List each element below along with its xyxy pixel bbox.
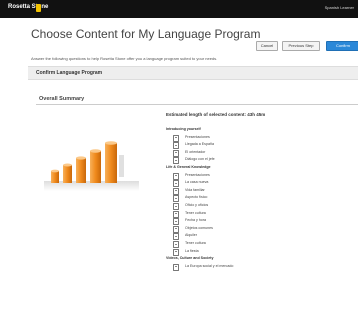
content-list-item[interactable]: Tener cultura bbox=[166, 240, 356, 249]
content-label: El orientador bbox=[185, 149, 206, 154]
content-label: Tener cultura bbox=[185, 210, 206, 215]
section-title: Confirm Language Program bbox=[36, 70, 103, 76]
content-label: Presentaciones bbox=[185, 172, 210, 177]
content-list-item[interactable]: La Europa social y el mercado bbox=[166, 263, 356, 272]
document-icon bbox=[173, 149, 179, 157]
page-title: Choose Content for My Language Program bbox=[31, 27, 261, 41]
content-list-item[interactable]: Llegada a España bbox=[166, 142, 356, 150]
document-icon bbox=[173, 195, 179, 203]
content-label: Diálogo con el jefe bbox=[185, 157, 215, 162]
content-group-header: Life & General Knowledge bbox=[166, 165, 356, 173]
content-list-item[interactable]: Vida familiar bbox=[166, 187, 356, 196]
document-icon bbox=[173, 157, 179, 165]
content-list-item[interactable]: Objetos comunes bbox=[166, 225, 356, 234]
document-icon bbox=[173, 202, 179, 210]
document-icon bbox=[173, 225, 179, 233]
content-list-item[interactable]: Tener cultura bbox=[166, 210, 356, 219]
estimated-length: Estimated length of selected content: 43… bbox=[166, 112, 266, 117]
user-language-label[interactable]: Spanish Learner bbox=[325, 5, 354, 10]
content-list-item[interactable]: Presentaciones bbox=[166, 172, 356, 181]
content-label: Introducing yourself bbox=[166, 127, 201, 131]
content-list-item[interactable]: La casa nueva bbox=[166, 180, 356, 188]
content-list-item[interactable]: La fiesta bbox=[166, 248, 356, 257]
cancel-button[interactable]: Cancel bbox=[256, 41, 278, 51]
content-list-item[interactable]: Diálogo con el jefe bbox=[166, 157, 356, 165]
divider bbox=[36, 104, 358, 105]
content-label: La casa nueva bbox=[185, 180, 209, 185]
content-label: Presentaciones bbox=[185, 134, 210, 139]
content-label: Tener cultura bbox=[185, 240, 206, 245]
document-icon bbox=[173, 187, 179, 195]
content-label: La Europa social y el mercado bbox=[185, 263, 234, 268]
content-list-item[interactable]: Fecha y hora bbox=[166, 218, 356, 226]
previous-step-button[interactable]: Previous Step bbox=[282, 41, 320, 51]
document-icon bbox=[173, 248, 179, 256]
content-list-item[interactable]: Oficio y oficios bbox=[166, 202, 356, 211]
content-label: Fecha y hora bbox=[185, 218, 206, 223]
content-label: Objetos comunes bbox=[185, 225, 213, 230]
confirm-button[interactable]: Confirm bbox=[326, 41, 358, 51]
content-list-item[interactable]: Aspecto físico bbox=[166, 195, 356, 203]
section-header: Confirm Language Program bbox=[28, 66, 358, 80]
content-group-header: Introducing yourself bbox=[166, 127, 356, 135]
content-label: Aspecto físico bbox=[185, 195, 208, 200]
content-list-item[interactable]: Presentaciones bbox=[166, 134, 356, 143]
document-icon bbox=[173, 210, 179, 218]
instructions-text: Answer the following questions to help R… bbox=[31, 56, 218, 61]
content-list-item[interactable]: El orientador bbox=[166, 149, 356, 158]
document-icon bbox=[173, 134, 179, 142]
document-icon bbox=[173, 142, 179, 150]
document-icon bbox=[173, 180, 179, 188]
summary-title: Overall Summary bbox=[39, 96, 85, 102]
brand-name: Rosetta Stone bbox=[8, 4, 49, 10]
document-icon bbox=[173, 218, 179, 226]
content-label: Life & General Knowledge bbox=[166, 164, 211, 169]
document-icon bbox=[173, 233, 179, 241]
content-group-header: Videos, Culture and Society bbox=[166, 256, 356, 264]
top-bar: Rosetta Stone Spanish Learner bbox=[0, 0, 358, 18]
bar-growth-illustration bbox=[44, 141, 139, 191]
content-list-item[interactable]: Alquiler bbox=[166, 233, 356, 241]
rosetta-stone-logo-icon bbox=[36, 4, 41, 12]
document-icon bbox=[173, 263, 179, 271]
content-label: La fiesta bbox=[185, 248, 199, 253]
content-label: Oficio y oficios bbox=[185, 202, 209, 207]
content-label: Llegada a España bbox=[185, 142, 214, 147]
content-label: Vida familiar bbox=[185, 187, 205, 192]
summary-illustration bbox=[39, 113, 144, 194]
content-label: Alquiler bbox=[185, 233, 197, 238]
document-icon bbox=[173, 240, 179, 248]
document-icon bbox=[173, 172, 179, 180]
content-label: Videos, Culture and Society bbox=[166, 256, 214, 261]
content-list: Introducing yourself Presentaciones Llegad… bbox=[166, 127, 356, 271]
